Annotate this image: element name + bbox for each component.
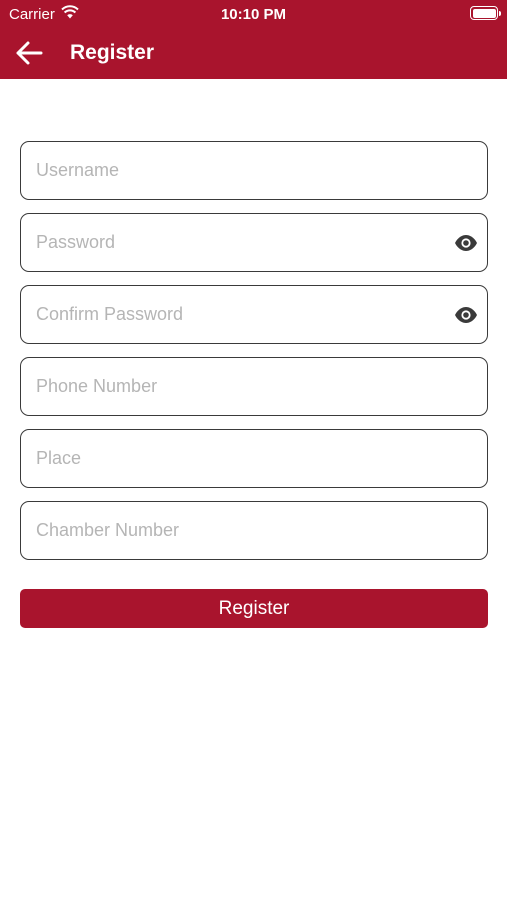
eye-icon[interactable] xyxy=(454,303,478,327)
back-arrow-icon[interactable] xyxy=(14,38,44,68)
phone-number-field[interactable] xyxy=(20,357,488,416)
confirm-password-input[interactable] xyxy=(36,286,436,342)
place-field[interactable] xyxy=(20,429,488,488)
confirm-password-field[interactable] xyxy=(20,285,488,344)
chamber-number-field[interactable] xyxy=(20,501,488,560)
chamber-number-input[interactable] xyxy=(36,502,436,558)
battery-icon xyxy=(470,6,501,20)
register-button[interactable]: Register xyxy=(20,589,488,628)
username-field[interactable] xyxy=(20,141,488,200)
status-bar: Carrier 10:10 PM xyxy=(0,0,507,28)
password-field[interactable] xyxy=(20,213,488,272)
password-input[interactable] xyxy=(36,214,436,270)
status-time: 10:10 PM xyxy=(220,6,287,23)
register-screen: Carrier 10:10 PM Register Username Phone… xyxy=(0,0,507,900)
page-title: Register xyxy=(70,41,155,64)
place-input[interactable] xyxy=(36,430,436,486)
username-input[interactable] xyxy=(36,142,436,198)
phone-number-input[interactable] xyxy=(36,358,436,414)
app-bar: Carrier 10:10 PM Register xyxy=(0,0,507,79)
eye-icon[interactable] xyxy=(454,231,478,255)
